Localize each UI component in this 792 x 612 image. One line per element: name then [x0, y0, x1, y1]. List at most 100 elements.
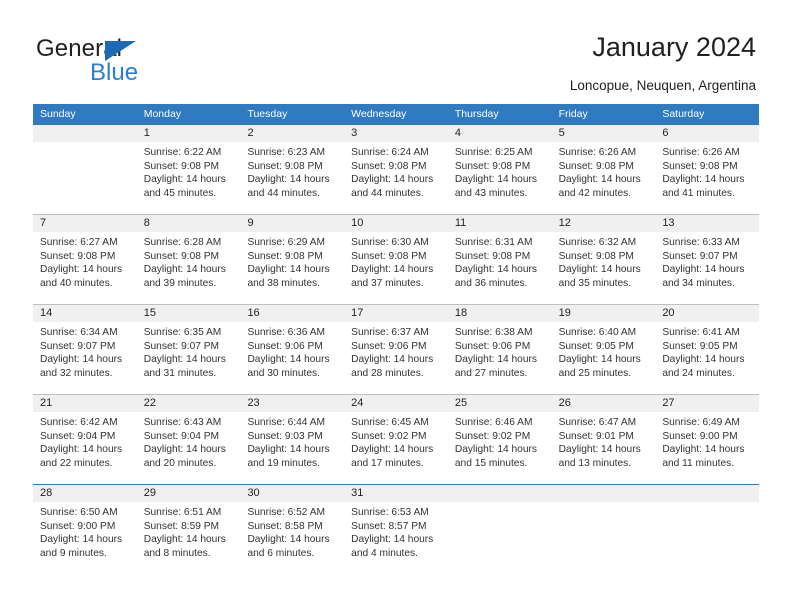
sunset-text: Sunset: 9:06 PM	[247, 340, 323, 352]
day-number[interactable]	[655, 485, 759, 502]
day-number[interactable]: 19	[552, 305, 656, 322]
day-cell[interactable]: Sunrise: 6:35 AM Sunset: 9:07 PM Dayligh…	[137, 322, 241, 394]
sunrise-text: Sunrise: 6:30 AM	[351, 237, 429, 248]
day-number[interactable]: 23	[240, 395, 344, 412]
day-cell[interactable]: Sunrise: 6:26 AM Sunset: 9:08 PM Dayligh…	[655, 142, 759, 214]
daylight-text-line1: Daylight: 14 hours	[454, 444, 537, 456]
day-cell[interactable]: Sunrise: 6:53 AM Sunset: 8:57 PM Dayligh…	[344, 502, 448, 574]
day-cell[interactable]: Sunrise: 6:34 AM Sunset: 9:07 PM Dayligh…	[33, 322, 137, 394]
day-number[interactable]: 15	[137, 305, 241, 322]
day-cell[interactable]: Sunrise: 6:50 AM Sunset: 9:00 PM Dayligh…	[33, 502, 137, 574]
sunrise-text: Sunrise: 6:29 AM	[247, 237, 326, 248]
day-cell[interactable]: Sunrise: 6:24 AM Sunset: 9:08 PM Dayligh…	[344, 142, 448, 214]
day-number[interactable]: 1	[137, 125, 241, 142]
calendar-week-row: 14 15 16 17 18 19 20 Sunrise: 6:34 AM Su…	[33, 305, 759, 394]
day-number[interactable]: 30	[240, 485, 344, 502]
day-number[interactable]	[448, 485, 552, 502]
daylight-text-line2: and 17 minutes.	[351, 457, 424, 469]
day-cell[interactable]: Sunrise: 6:26 AM Sunset: 9:08 PM Dayligh…	[552, 142, 656, 214]
day-number[interactable]: 21	[33, 395, 137, 412]
day-number[interactable]: 18	[448, 305, 552, 322]
day-number[interactable]: 16	[240, 305, 344, 322]
sunset-text: Sunset: 9:04 PM	[40, 430, 116, 442]
daylight-text-line1: Daylight: 14 hours	[40, 354, 123, 366]
sunrise-text: Sunrise: 6:46 AM	[454, 417, 533, 428]
day-cell[interactable]: Sunrise: 6:45 AM Sunset: 9:02 PM Dayligh…	[344, 412, 448, 484]
day-number[interactable]: 5	[552, 125, 656, 142]
day-number[interactable]: 6	[655, 125, 759, 142]
day-number[interactable]: 31	[344, 485, 448, 502]
day-number[interactable]: 10	[344, 215, 448, 232]
day-number[interactable]: 29	[137, 485, 241, 502]
day-cell[interactable]: Sunrise: 6:33 AM Sunset: 9:07 PM Dayligh…	[655, 232, 759, 304]
daylight-text-line2: and 40 minutes.	[40, 277, 113, 289]
day-number[interactable]: 28	[33, 485, 137, 502]
day-number[interactable]: 26	[552, 395, 656, 412]
sunrise-text: Sunrise: 6:24 AM	[351, 147, 429, 158]
day-cell[interactable]: Sunrise: 6:38 AM Sunset: 9:06 PM Dayligh…	[448, 322, 552, 394]
sunset-text: Sunset: 9:04 PM	[143, 430, 220, 442]
day-number[interactable]: 9	[240, 215, 344, 232]
daylight-text-line2: and 4 minutes.	[351, 547, 418, 559]
week-date-number-band: 21 22 23 24 25 26 27	[33, 395, 759, 412]
day-number[interactable]: 7	[33, 215, 137, 232]
day-number[interactable]: 2	[240, 125, 344, 142]
day-number[interactable]: 24	[344, 395, 448, 412]
daylight-text-line1: Daylight: 14 hours	[351, 354, 434, 366]
day-cell[interactable]: Sunrise: 6:32 AM Sunset: 9:08 PM Dayligh…	[552, 232, 656, 304]
sunset-text: Sunset: 9:00 PM	[40, 520, 116, 532]
day-number[interactable]: 17	[344, 305, 448, 322]
day-cell[interactable]: Sunrise: 6:29 AM Sunset: 9:08 PM Dayligh…	[240, 232, 344, 304]
daylight-text-line2: and 20 minutes.	[143, 457, 217, 469]
week-date-number-band: 28 29 30 31	[33, 485, 759, 502]
day-cell[interactable]: Sunrise: 6:52 AM Sunset: 8:58 PM Dayligh…	[240, 502, 344, 574]
day-number[interactable]	[552, 485, 656, 502]
day-number[interactable]: 12	[552, 215, 656, 232]
day-cell[interactable]	[448, 502, 552, 574]
day-cell[interactable]: Sunrise: 6:23 AM Sunset: 9:08 PM Dayligh…	[240, 142, 344, 214]
day-cell[interactable]: Sunrise: 6:30 AM Sunset: 9:08 PM Dayligh…	[344, 232, 448, 304]
sunset-text: Sunset: 9:07 PM	[40, 340, 116, 352]
daylight-text-line2: and 13 minutes.	[558, 457, 632, 469]
weekday-header-friday: Friday	[558, 108, 588, 120]
day-cell[interactable]: Sunrise: 6:25 AM Sunset: 9:08 PM Dayligh…	[448, 142, 552, 214]
day-cell[interactable]: Sunrise: 6:51 AM Sunset: 8:59 PM Dayligh…	[137, 502, 241, 574]
day-cell[interactable]: Sunrise: 6:40 AM Sunset: 9:05 PM Dayligh…	[552, 322, 656, 394]
day-number[interactable]: 14	[33, 305, 137, 322]
day-cell[interactable]	[552, 502, 656, 574]
day-number[interactable]: 25	[448, 395, 552, 412]
sunrise-text: Sunrise: 6:44 AM	[247, 417, 326, 428]
calendar-week-row: 1 2 3 4 5 6 Sunrise: 6:22 AM Sunset: 9:0…	[33, 125, 759, 214]
day-cell[interactable]: Sunrise: 6:46 AM Sunset: 9:02 PM Dayligh…	[448, 412, 552, 484]
day-cell[interactable]: Sunrise: 6:27 AM Sunset: 9:08 PM Dayligh…	[33, 232, 137, 304]
day-cell[interactable]: Sunrise: 6:41 AM Sunset: 9:05 PM Dayligh…	[655, 322, 759, 394]
day-cell[interactable]: Sunrise: 6:28 AM Sunset: 9:08 PM Dayligh…	[137, 232, 241, 304]
day-cell[interactable]: Sunrise: 6:42 AM Sunset: 9:04 PM Dayligh…	[33, 412, 137, 484]
daylight-text-line1: Daylight: 14 hours	[454, 354, 537, 366]
day-number[interactable]: 11	[448, 215, 552, 232]
daylight-text-line2: and 25 minutes.	[558, 367, 632, 379]
daylight-text-line1: Daylight: 14 hours	[247, 174, 330, 186]
day-cell[interactable]: Sunrise: 6:44 AM Sunset: 9:03 PM Dayligh…	[240, 412, 344, 484]
day-cell[interactable]: Sunrise: 6:31 AM Sunset: 9:08 PM Dayligh…	[448, 232, 552, 304]
day-cell[interactable]: Sunrise: 6:36 AM Sunset: 9:06 PM Dayligh…	[240, 322, 344, 394]
daylight-text-line1: Daylight: 14 hours	[558, 264, 641, 276]
day-cell[interactable]: Sunrise: 6:47 AM Sunset: 9:01 PM Dayligh…	[552, 412, 656, 484]
sunset-text: Sunset: 8:59 PM	[143, 520, 220, 532]
day-number[interactable]: 3	[344, 125, 448, 142]
day-number[interactable]: 4	[448, 125, 552, 142]
day-cell[interactable]: Sunrise: 6:22 AM Sunset: 9:08 PM Dayligh…	[137, 142, 241, 214]
day-number[interactable]: 22	[137, 395, 241, 412]
day-number[interactable]: 8	[137, 215, 241, 232]
sunrise-text: Sunrise: 6:41 AM	[662, 327, 740, 338]
day-number[interactable]: 27	[655, 395, 759, 412]
day-cell[interactable]	[33, 142, 137, 214]
day-cell[interactable]: Sunrise: 6:37 AM Sunset: 9:06 PM Dayligh…	[344, 322, 448, 394]
day-number[interactable]: 13	[655, 215, 759, 232]
day-number[interactable]	[33, 125, 137, 142]
daylight-text-line2: and 42 minutes.	[558, 187, 632, 199]
day-cell[interactable]	[655, 502, 759, 574]
day-number[interactable]: 20	[655, 305, 759, 322]
day-cell[interactable]: Sunrise: 6:49 AM Sunset: 9:00 PM Dayligh…	[655, 412, 759, 484]
day-cell[interactable]: Sunrise: 6:43 AM Sunset: 9:04 PM Dayligh…	[137, 412, 241, 484]
